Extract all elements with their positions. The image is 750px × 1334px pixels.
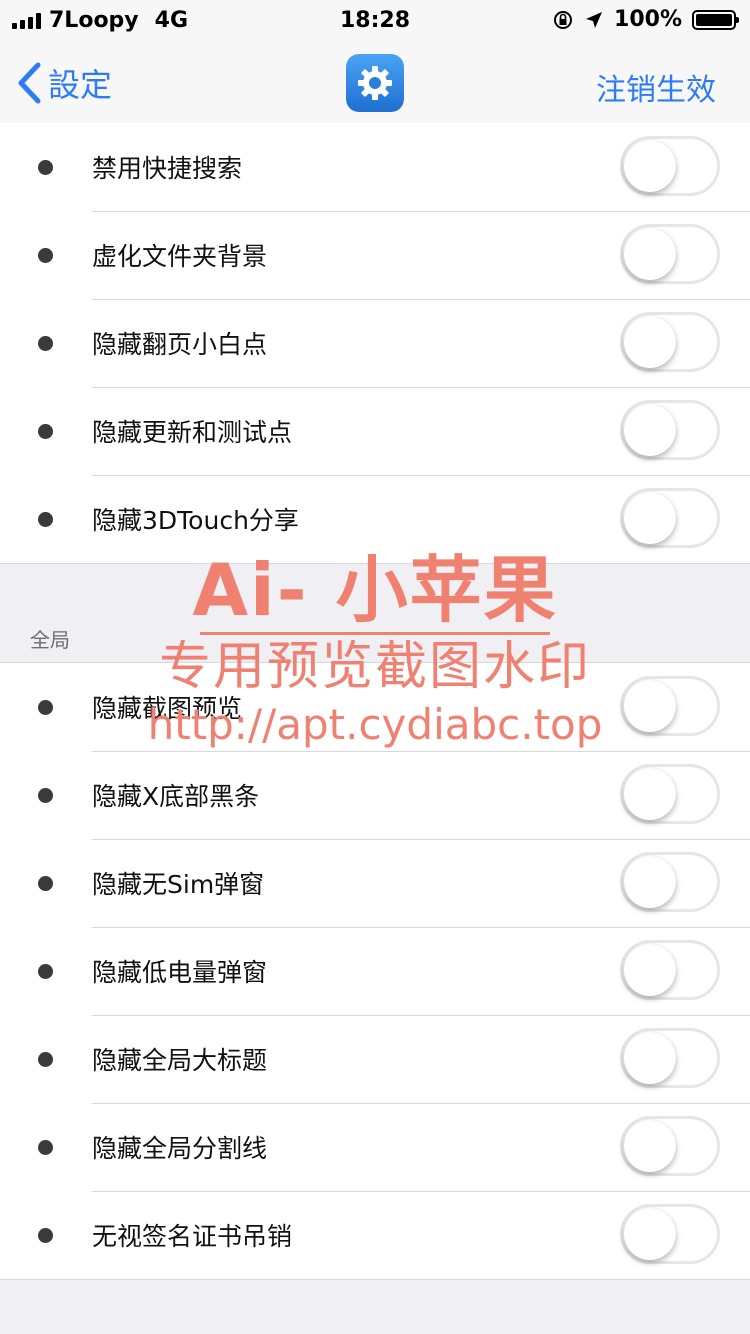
list-item: 隐藏截图预览	[0, 663, 750, 751]
bullet-icon	[38, 1228, 53, 1243]
list-item: 隐藏全局大标题	[0, 1015, 750, 1103]
bullet-icon	[38, 964, 53, 979]
toggle-switch[interactable]	[620, 136, 720, 196]
location-arrow-icon	[586, 11, 603, 28]
setting-label: 隐藏全局大标题	[92, 1046, 268, 1075]
back-button-label: 設定	[48, 66, 113, 104]
toggle-switch[interactable]	[620, 224, 720, 284]
toggle-switch[interactable]	[620, 1204, 720, 1264]
toggle-switch[interactable]	[620, 400, 720, 460]
list-item: 隐藏低电量弹窗	[0, 927, 750, 1015]
section-header: 全局	[30, 628, 70, 652]
toggle-switch[interactable]	[620, 312, 720, 372]
bullet-icon	[38, 248, 53, 263]
list-item: 隐藏无Sim弹窗	[0, 839, 750, 927]
setting-label: 隐藏翻页小白点	[92, 330, 268, 359]
setting-label: 无视签名证书吊销	[92, 1222, 293, 1251]
setting-label: 隐藏更新和测试点	[92, 418, 293, 447]
toggle-switch[interactable]	[620, 852, 720, 912]
list-item: 禁用快捷搜索	[0, 123, 750, 211]
status-bar: 7Loopy 4G 18:28 100%	[0, 0, 750, 40]
settings-group-1: 禁用快捷搜索 虚化文件夹背景 隐藏翻页小白点 隐藏更新和测试点 隐藏3DTouc…	[0, 123, 750, 564]
bullet-icon	[38, 788, 53, 803]
gear-icon	[346, 54, 404, 112]
bullet-icon	[38, 512, 53, 527]
bullet-icon	[38, 700, 53, 715]
bullet-icon	[38, 1140, 53, 1155]
setting-label: 隐藏X底部黑条	[92, 782, 260, 811]
setting-label: 禁用快捷搜索	[92, 154, 243, 183]
apply-logout-button[interactable]: 注销生效	[596, 65, 716, 109]
list-item: 隐藏更新和测试点	[0, 387, 750, 475]
list-item: 隐藏全局分割线	[0, 1103, 750, 1191]
toggle-switch[interactable]	[620, 940, 720, 1000]
setting-label: 隐藏截图预览	[92, 694, 243, 723]
bullet-icon	[38, 876, 53, 891]
toggle-switch[interactable]	[620, 1028, 720, 1088]
navigation-bar: 設定 注销生效	[0, 40, 750, 129]
watermark-underline	[200, 632, 550, 635]
setting-label: 隐藏低电量弹窗	[92, 958, 268, 987]
toggle-switch[interactable]	[620, 488, 720, 548]
battery-percent: 100%	[614, 7, 682, 32]
toggle-switch[interactable]	[620, 764, 720, 824]
bullet-icon	[38, 424, 53, 439]
list-item: 隐藏3DTouch分享	[0, 475, 750, 563]
toggle-switch[interactable]	[620, 676, 720, 736]
battery-icon	[692, 9, 739, 30]
bullet-icon	[38, 160, 53, 175]
list-item: 无视签名证书吊销	[0, 1191, 750, 1279]
status-right: 100%	[552, 7, 739, 32]
settings-group-global: 隐藏截图预览 隐藏X底部黑条 隐藏无Sim弹窗 隐藏低电量弹窗 隐藏全局大标题 …	[0, 662, 750, 1280]
chevron-left-icon	[18, 62, 41, 104]
list-item: 隐藏翻页小白点	[0, 299, 750, 387]
bullet-icon	[38, 336, 53, 351]
orientation-lock-icon	[554, 10, 573, 29]
setting-label: 隐藏全局分割线	[92, 1134, 268, 1163]
setting-label: 隐藏无Sim弹窗	[92, 870, 265, 899]
setting-label: 隐藏3DTouch分享	[92, 506, 299, 535]
toggle-switch[interactable]	[620, 1116, 720, 1176]
list-item: 虚化文件夹背景	[0, 211, 750, 299]
list-item: 隐藏X底部黑条	[0, 751, 750, 839]
bullet-icon	[38, 1052, 53, 1067]
setting-label: 虚化文件夹背景	[92, 242, 268, 271]
back-button[interactable]: 設定	[16, 60, 112, 106]
